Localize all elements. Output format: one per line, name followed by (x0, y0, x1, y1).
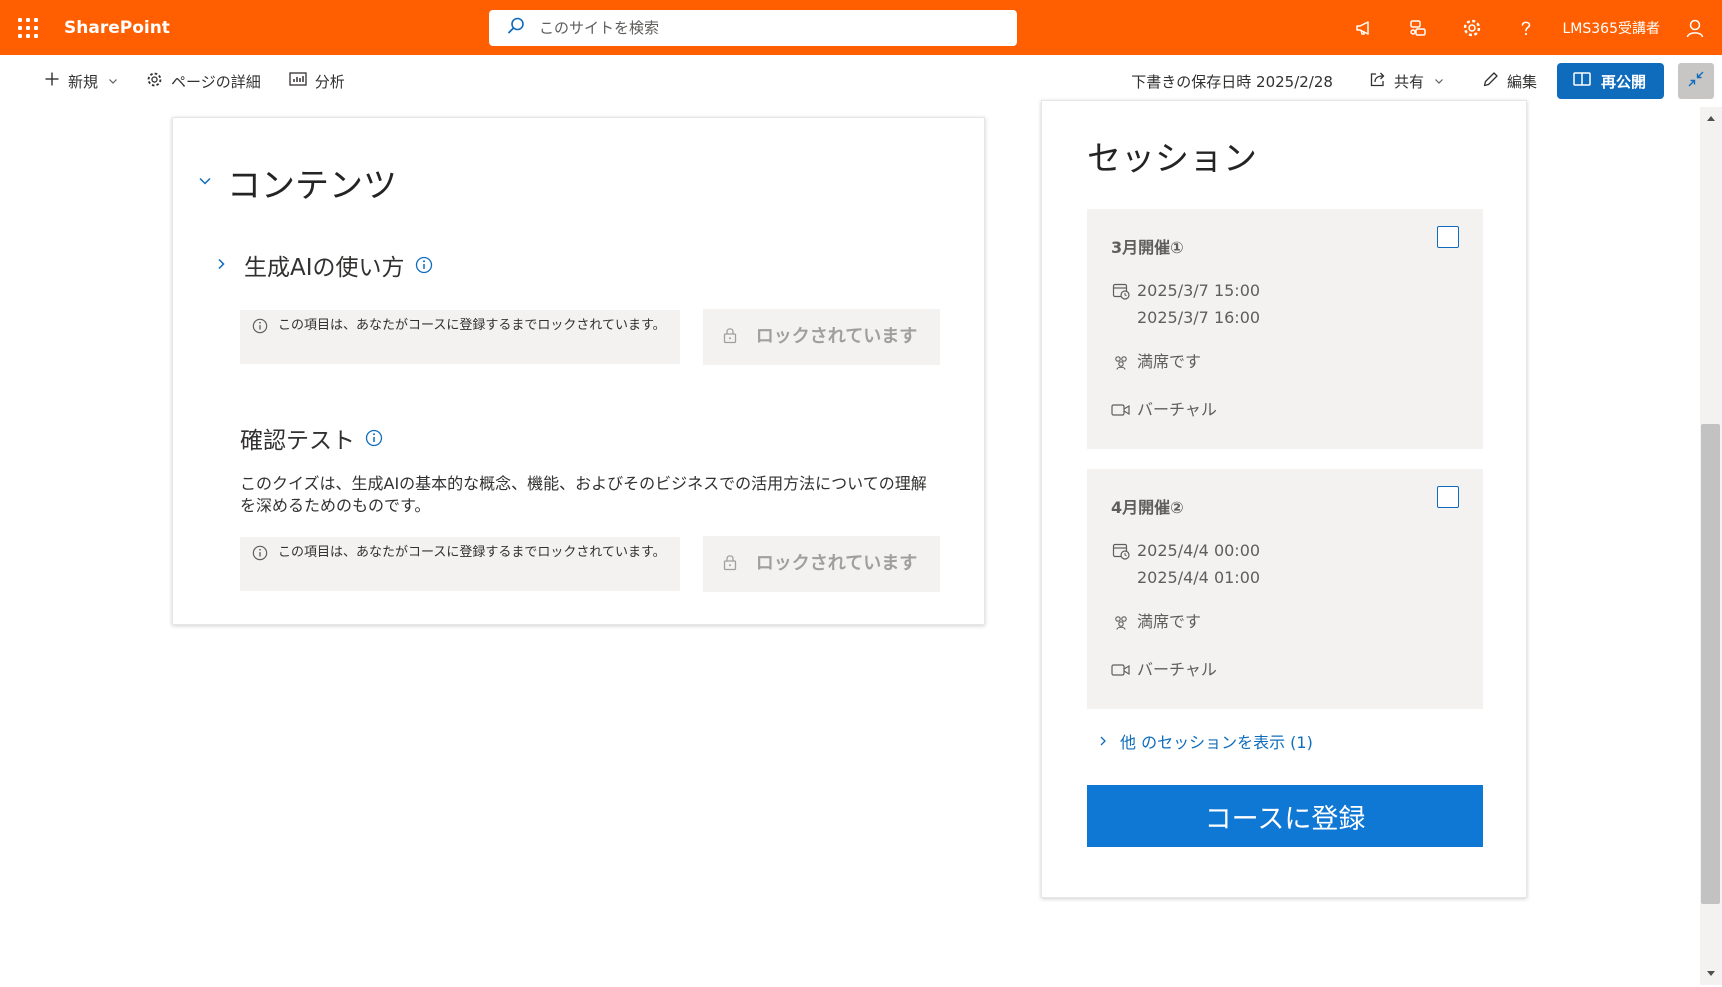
quiz-lock-note: この項目は、あなたがコースに登録するまでロックされています。 (240, 537, 680, 591)
session-capacity-text: 満席です (1137, 612, 1202, 631)
module-row[interactable]: 生成AIの使い方 (214, 248, 433, 282)
contents-title: コンテンツ (227, 166, 397, 206)
plus-icon (44, 71, 60, 91)
page-details-label: ページの詳細 (171, 72, 261, 91)
book-icon (1573, 71, 1591, 91)
session-checkbox[interactable] (1437, 226, 1459, 248)
contents-header[interactable]: コンテンツ (197, 158, 397, 207)
quiz-locked-label: ロックされています (755, 553, 918, 574)
session-datetime: 2025/3/7 15:00 2025/3/7 16:00 (1111, 280, 1260, 331)
gear-icon[interactable] (1445, 0, 1499, 55)
search-input[interactable] (539, 19, 979, 37)
video-icon (1111, 399, 1131, 421)
megaphone-icon[interactable] (1337, 0, 1391, 55)
info-icon (252, 545, 268, 583)
session-capacity: 満席です (1111, 351, 1201, 375)
pencil-icon (1482, 71, 1499, 92)
new-button[interactable]: 新規 (34, 61, 128, 101)
new-label: 新規 (68, 72, 99, 91)
session-location-text: バーチャル (1137, 400, 1217, 419)
module-title: 生成AIの使い方 (244, 255, 405, 281)
quiz-locked-button[interactable]: ロックされています (703, 536, 940, 592)
session-name: 3月開催① (1111, 238, 1184, 257)
chevron-down-icon (108, 72, 118, 90)
person-icon[interactable] (1668, 0, 1722, 55)
info-icon[interactable] (365, 429, 383, 447)
people-icon (1111, 351, 1131, 373)
session-checkbox[interactable] (1437, 486, 1459, 508)
gear-icon (146, 71, 163, 92)
chevron-down-icon (1434, 72, 1444, 90)
scroll-down-icon[interactable] (1701, 966, 1720, 982)
edit-button[interactable]: 編集 (1472, 61, 1547, 101)
lock-icon (722, 326, 738, 348)
quiz-title: 確認テスト (240, 428, 355, 454)
session-location: バーチャル (1111, 659, 1217, 683)
share-button[interactable]: 共有 (1359, 61, 1454, 101)
waffle-icon (18, 17, 38, 38)
session-card[interactable]: 3月開催① 2025/3/7 15:00 2025/3/7 16:00 満席です… (1087, 209, 1483, 449)
collapse-button[interactable] (1678, 63, 1714, 99)
app-launcher-button[interactable] (0, 0, 56, 55)
collapse-icon (1687, 70, 1705, 92)
feedback-icon[interactable] (1391, 0, 1445, 55)
session-location: バーチャル (1111, 399, 1217, 423)
chart-icon (289, 71, 307, 91)
module-locked-label: ロックされています (755, 326, 918, 347)
session-name: 4月開催② (1111, 498, 1184, 517)
session-capacity-text: 満席です (1137, 352, 1202, 371)
chevron-right-icon (214, 256, 228, 275)
help-icon[interactable] (1499, 0, 1553, 55)
quiz-row[interactable]: 確認テスト (240, 421, 383, 455)
scrollbar-thumb[interactable] (1701, 424, 1720, 904)
edit-label: 編集 (1506, 72, 1537, 91)
session-card[interactable]: 4月開催② 2025/4/4 00:00 2025/4/4 01:00 満席です… (1087, 469, 1483, 709)
more-sessions-link[interactable]: 他 のセッションを表示 (1) (1098, 729, 1313, 753)
draft-saved-status: 下書きの保存日時 2025/2/28 (1131, 72, 1333, 91)
session-end: 2025/4/4 01:00 (1137, 568, 1261, 587)
info-icon[interactable] (415, 256, 433, 274)
more-sessions-label: 他 のセッションを表示 (1) (1120, 733, 1313, 752)
enroll-button[interactable]: コースに登録 (1087, 785, 1483, 847)
search-box[interactable] (489, 10, 1017, 46)
video-icon (1111, 659, 1131, 681)
chevron-down-icon (197, 173, 213, 193)
quiz-description: このクイズは、生成AIの基本的な概念、機能、およびそのビジネスでの活用方法につい… (240, 474, 927, 515)
page-details-button[interactable]: ページの詳細 (136, 61, 271, 101)
quiz-lock-note-text: この項目は、あなたがコースに登録するまでロックされています。 (278, 545, 666, 560)
module-lock-note-text: この項目は、あなたがコースに登録するまでロックされています。 (278, 318, 666, 333)
people-icon (1111, 611, 1131, 633)
lock-icon (722, 553, 738, 575)
analytics-label: 分析 (314, 72, 345, 91)
session-title: セッション (1087, 139, 1257, 179)
search-icon (507, 17, 525, 39)
republish-button[interactable]: 再公開 (1556, 63, 1664, 99)
republish-label: 再公開 (1600, 72, 1646, 91)
analytics-button[interactable]: 分析 (279, 61, 355, 101)
contents-card: コンテンツ 生成AIの使い方 この項目は、あなたがコースに登録するまでロックされ… (172, 117, 985, 625)
session-datetime: 2025/4/4 00:00 2025/4/4 01:00 (1111, 540, 1260, 591)
suite-bar: SharePoint LMS365受講者 (0, 0, 1722, 55)
info-icon (252, 318, 268, 356)
session-start: 2025/4/4 00:00 (1137, 541, 1261, 560)
calendar-clock-icon (1111, 280, 1131, 302)
session-start: 2025/3/7 15:00 (1137, 281, 1261, 300)
calendar-clock-icon (1111, 540, 1131, 562)
brand-link[interactable]: SharePoint (64, 18, 484, 38)
share-icon (1369, 71, 1386, 92)
session-end: 2025/3/7 16:00 (1137, 308, 1261, 327)
session-capacity: 満席です (1111, 611, 1201, 635)
session-panel: セッション 3月開催① 2025/3/7 15:00 2025/3/7 16:0… (1041, 100, 1527, 898)
module-lock-note: この項目は、あなたがコースに登録するまでロックされています。 (240, 310, 680, 364)
module-locked-button[interactable]: ロックされています (703, 309, 940, 365)
chevron-right-icon (1098, 732, 1108, 751)
user-name[interactable]: LMS365受講者 (1563, 18, 1661, 38)
share-label: 共有 (1393, 72, 1424, 91)
scroll-up-icon[interactable] (1701, 110, 1720, 126)
session-location-text: バーチャル (1137, 660, 1217, 679)
